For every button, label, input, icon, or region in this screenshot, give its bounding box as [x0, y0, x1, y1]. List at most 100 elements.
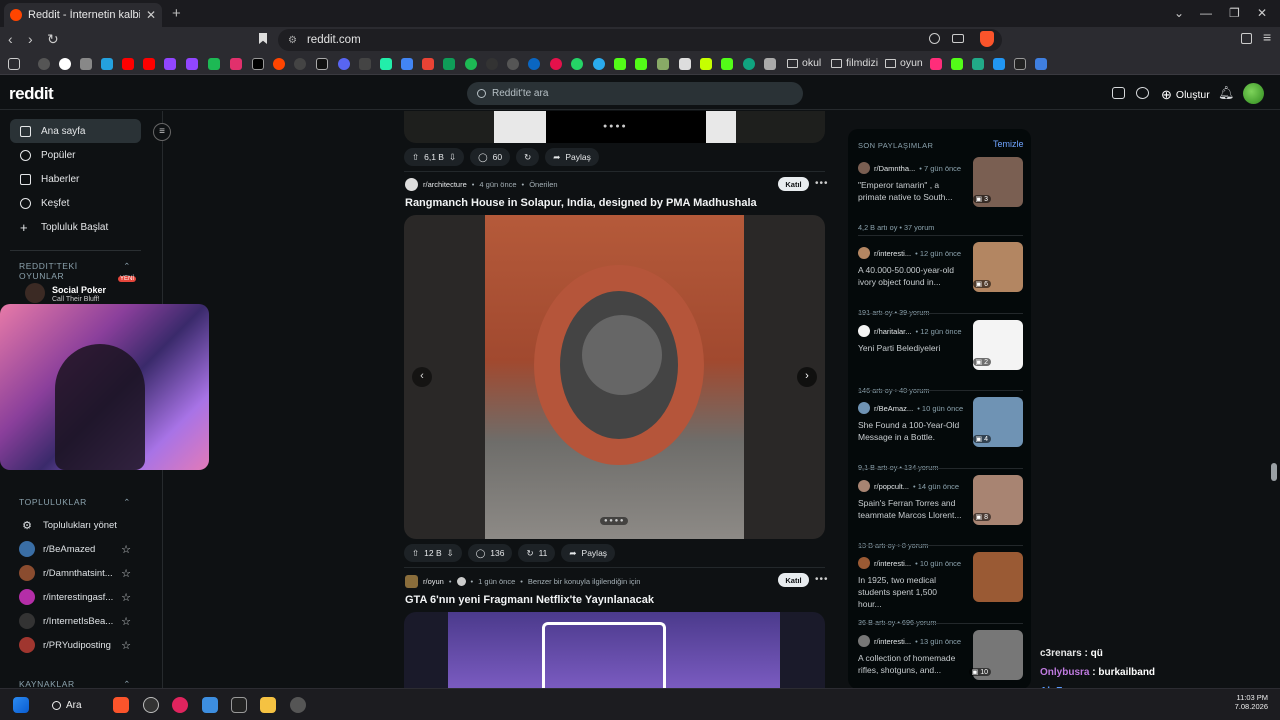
photos-icon[interactable] [202, 697, 218, 713]
recent-post-item[interactable]: r/popcult... • 14 gün önce Spain's Ferran … [858, 475, 1023, 550]
chatgpt-icon[interactable] [743, 58, 755, 70]
recent-post-item[interactable]: r/interesti... • 10 gün önce In 1925, two … [858, 552, 1023, 627]
vote-pill[interactable]: ⇧ 12 B ⇩ [404, 544, 462, 562]
taskbar-app-icon[interactable] [290, 697, 306, 713]
join-button[interactable]: Katıl [778, 573, 809, 587]
taskbar-app-icon[interactable] [231, 697, 247, 713]
carousel-prev-icon[interactable]: ‹ [412, 367, 432, 387]
share-button[interactable]: ➦ Paylaş [561, 544, 616, 562]
post-title[interactable]: Rangmanch House in Solapur, India, desig… [405, 197, 757, 209]
zoom-icon[interactable] [929, 33, 940, 44]
telegram-icon[interactable] [593, 58, 605, 70]
clear-button[interactable]: Temizle [993, 139, 1024, 149]
instagram-icon[interactable] [230, 58, 242, 70]
subreddit-icon[interactable] [405, 575, 418, 588]
bookmark-icon[interactable] [259, 33, 267, 44]
drive-icon[interactable] [443, 58, 455, 70]
menu-icon[interactable]: ≡ [1263, 29, 1271, 45]
bookmark-icon[interactable] [657, 58, 669, 70]
history-icon[interactable] [38, 58, 50, 70]
forward-icon[interactable]: › [28, 31, 33, 47]
kick-icon[interactable] [614, 58, 626, 70]
community-item[interactable]: r/BeAmazed ☆ [19, 539, 131, 559]
bookmark-icon[interactable] [359, 58, 371, 70]
back-icon[interactable]: ‹ [8, 31, 13, 47]
nav-home[interactable]: Ana sayfa [10, 119, 141, 143]
star-icon[interactable]: ☆ [121, 543, 131, 556]
taskbar-search[interactable]: Ara [52, 696, 102, 714]
recent-post-item[interactable]: r/Damntha... • 7 gün önce "Emperor tamarin… [858, 157, 1023, 232]
file-explorer-icon[interactable] [260, 697, 276, 713]
discord-icon[interactable] [338, 58, 350, 70]
nav-start-community[interactable]: + Topluluk Başlat [10, 215, 141, 239]
crosspost-button[interactable]: ↻ [516, 148, 540, 166]
kick-icon[interactable] [721, 58, 733, 70]
bookmark-icon[interactable] [80, 58, 92, 70]
bookmark-icon[interactable] [380, 58, 392, 70]
star-icon[interactable]: ☆ [121, 591, 131, 604]
kick-icon[interactable] [635, 58, 647, 70]
youtube-icon[interactable] [143, 58, 155, 70]
whatsapp-icon[interactable] [571, 58, 583, 70]
close-window-icon[interactable]: ✕ [1257, 6, 1267, 20]
bookmark-icon[interactable] [930, 58, 942, 70]
bookmark-icon[interactable] [101, 58, 113, 70]
bookmark-folder-okul[interactable]: okul [787, 57, 821, 69]
crosspost-button[interactable]: ↻ 11 [518, 544, 556, 562]
active-tab[interactable]: Reddit - İnternetin kalbi ✕ [4, 3, 162, 27]
apps-grid-icon[interactable] [8, 58, 20, 70]
reload-icon[interactable]: ↻ [47, 31, 59, 48]
bookmark-icon[interactable] [1035, 58, 1047, 70]
chat-icon[interactable] [1136, 87, 1149, 99]
post-image[interactable]: ‹ › ● ● ● ● [404, 215, 825, 539]
more-options-icon[interactable]: ••• [815, 178, 829, 189]
brave-shields-icon[interactable] [980, 31, 994, 47]
bookmark-icon[interactable] [208, 58, 220, 70]
nav-explore[interactable]: Keşfet [10, 191, 141, 215]
google-icon[interactable] [59, 58, 71, 70]
share-button[interactable]: ➦ Paylaş [545, 148, 599, 166]
nav-news[interactable]: Haberler [10, 167, 141, 191]
tiktok-icon[interactable] [316, 58, 328, 70]
community-item[interactable]: r/PRYudiposting ☆ [19, 635, 131, 655]
subreddit-link[interactable]: r/oyun [423, 577, 444, 586]
nav-popular[interactable]: Popüler [10, 143, 141, 167]
bookmark-icon[interactable] [972, 58, 984, 70]
bookmark-icon[interactable] [294, 58, 306, 70]
translate-icon[interactable] [401, 58, 413, 70]
ads-icon[interactable] [1112, 87, 1125, 99]
games-section-header[interactable]: REDDIT'TEKİ OYUNLAR ⌃ [19, 261, 131, 281]
reddit-icon[interactable] [273, 58, 285, 70]
gmail-icon[interactable] [422, 58, 434, 70]
bookmark-icon[interactable] [550, 58, 562, 70]
subreddit-link[interactable]: r/architecture [423, 180, 467, 189]
community-item[interactable]: r/interestingasf... ☆ [19, 587, 131, 607]
recent-post-item[interactable]: r/interesti... • 13 gün önce A collection … [858, 630, 1023, 689]
star-icon[interactable]: ☆ [121, 639, 131, 652]
upvote-icon[interactable]: ⇧ [412, 548, 419, 559]
bookmark-icon[interactable] [764, 58, 776, 70]
x-icon[interactable] [252, 58, 264, 70]
youtube-icon[interactable] [122, 58, 134, 70]
taskbar-app-icon[interactable] [143, 697, 159, 713]
reddit-logo[interactable]: reddit [9, 84, 54, 104]
windows-start-icon[interactable] [13, 697, 29, 713]
subreddit-icon[interactable] [405, 178, 418, 191]
search-input[interactable]: Reddit'te ara [467, 82, 803, 105]
user-avatar[interactable] [1243, 83, 1264, 104]
downvote-icon[interactable]: ⇩ [449, 152, 456, 163]
vote-pill[interactable]: ⇧ 6,1 B ⇩ [404, 148, 465, 166]
more-options-icon[interactable]: ••• [815, 574, 829, 585]
minimize-icon[interactable]: — [1200, 6, 1212, 20]
bookmark-icon[interactable] [700, 58, 712, 70]
manage-communities[interactable]: ⚙ Toplulukları yönet [19, 515, 131, 535]
communities-section-header[interactable]: TOPLULUKLAR ⌃ [19, 497, 131, 508]
twitch-icon[interactable] [186, 58, 198, 70]
community-item[interactable]: r/Damnthatsint... ☆ [19, 563, 131, 583]
recent-post-item[interactable]: r/BeAmaz... • 10 gün önce She Found a 100-… [858, 397, 1023, 472]
new-tab-icon[interactable]: + [172, 5, 181, 22]
page-scrollbar[interactable] [1271, 463, 1277, 481]
star-icon[interactable]: ☆ [121, 615, 131, 628]
bookmark-icon[interactable] [486, 58, 498, 70]
system-clock[interactable]: 11:03 PM 7.08.2026 [1234, 693, 1268, 711]
